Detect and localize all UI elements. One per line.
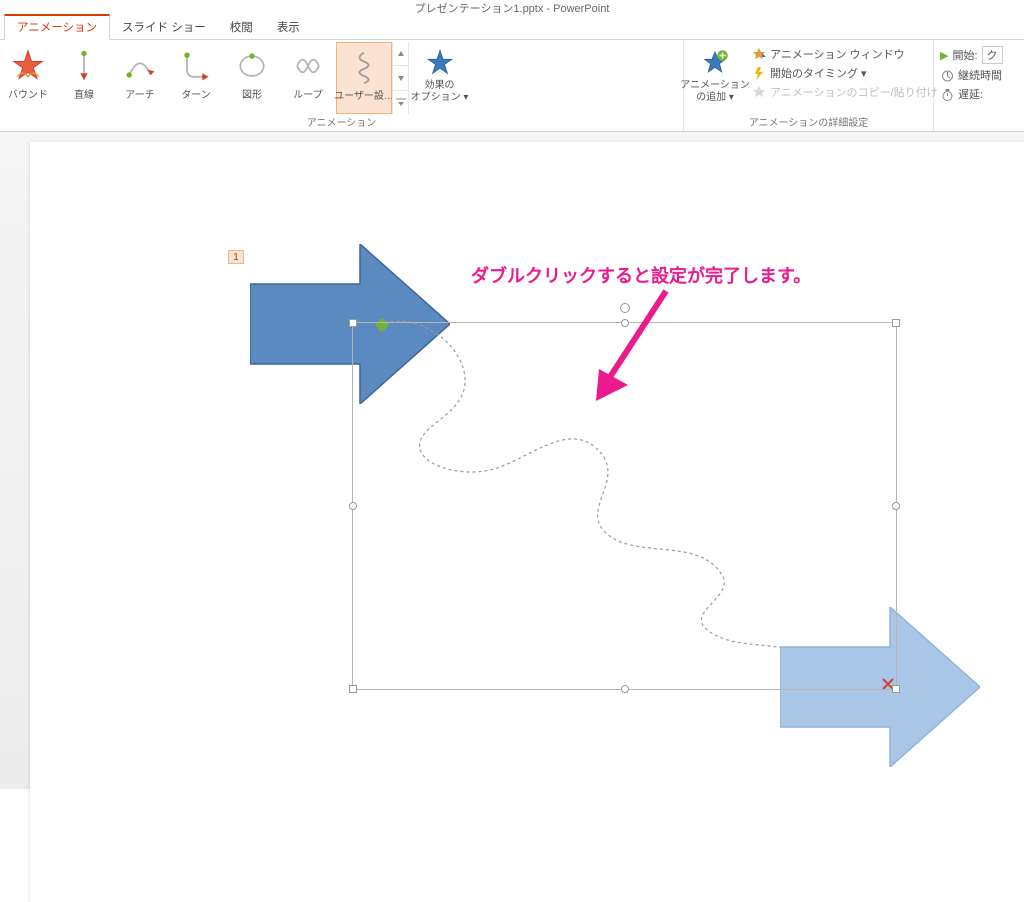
gallery-label-bound: バウンド <box>8 86 48 101</box>
animation-gallery: バウンド 直線 アーチ ターン <box>0 42 683 114</box>
trigger-label: 開始のタイミング ▾ <box>770 65 867 81</box>
resize-handle-nw[interactable] <box>349 319 357 327</box>
ribbon: バウンド 直線 アーチ ターン <box>0 40 1024 132</box>
timing-start-label: 開始: <box>952 47 977 63</box>
add-animation-label: アニメーション の追加 ▾ <box>680 80 750 104</box>
resize-handle-e[interactable] <box>892 502 900 510</box>
resize-handle-se[interactable] <box>892 685 900 693</box>
effect-options-icon <box>425 48 455 78</box>
timing-delay-label: 遅延: <box>958 86 983 102</box>
group-timing: ▶ 開始: ク 継続時間 遅延: <box>934 40 1024 131</box>
trigger-button[interactable]: 開始のタイミング ▾ <box>752 65 927 81</box>
loop-path-icon <box>290 48 326 84</box>
resize-handle-w[interactable] <box>349 502 357 510</box>
gallery-scroll-up[interactable] <box>393 42 408 66</box>
annotation-arrow <box>584 285 694 405</box>
gallery-label-shape: 図形 <box>242 86 262 101</box>
trigger-icon <box>752 66 766 80</box>
resize-handle-sw[interactable] <box>349 685 357 693</box>
add-animation-icon <box>700 48 730 78</box>
delay-icon <box>940 87 954 101</box>
gallery-item-loop[interactable]: ループ <box>280 42 336 114</box>
group-animation-gallery: バウンド 直線 アーチ ターン <box>0 40 684 131</box>
slide[interactable]: 1 <box>30 142 1024 902</box>
resize-handle-ne[interactable] <box>892 319 900 327</box>
arc-path-icon <box>122 48 158 84</box>
custom-path-icon <box>346 49 382 85</box>
gallery-label-turn: ターン <box>181 86 211 101</box>
animation-index-tag[interactable]: 1 <box>228 250 244 264</box>
play-icon: ▶ <box>940 49 948 62</box>
duration-icon <box>940 68 954 82</box>
tab-slideshow[interactable]: スライド ショー <box>110 16 218 39</box>
group-label-animation: アニメーション <box>0 114 683 129</box>
gallery-label-loop: ループ <box>293 86 322 101</box>
timing-duration-label: 継続時間 <box>958 67 1002 83</box>
gallery-item-arc[interactable]: アーチ <box>112 42 168 114</box>
timing-duration[interactable]: 継続時間 <box>940 67 1018 83</box>
animation-pane-label: アニメーション ウィンドウ <box>770 46 905 62</box>
star-bounce-icon <box>10 48 46 84</box>
animation-painter-button[interactable]: アニメーションのコピー/貼り付け <box>752 84 927 100</box>
tab-animation[interactable]: アニメーション <box>4 14 110 40</box>
group-advanced-animation: アニメーション の追加 ▾ アニメーション ウィンドウ 開始のタイミング ▾ ア… <box>684 40 934 131</box>
timing-start[interactable]: ▶ 開始: ク <box>940 46 1018 64</box>
gallery-scroll-down[interactable] <box>393 66 408 90</box>
shape-path-icon <box>234 48 270 84</box>
effect-options-button[interactable]: 効果の オプション ▾ <box>408 42 470 114</box>
gallery-item-custom-path[interactable]: ユーザー設… <box>336 42 392 114</box>
gallery-item-shape[interactable]: 図形 <box>224 42 280 114</box>
resize-handle-s[interactable] <box>621 685 629 693</box>
ribbon-tabstrip: アニメーション スライド ショー 校閲 表示 <box>0 18 1024 40</box>
slide-workspace[interactable]: 1 <box>0 132 1024 789</box>
gallery-item-line[interactable]: 直線 <box>56 42 112 114</box>
tab-view[interactable]: 表示 <box>265 16 312 39</box>
animation-pane-button[interactable]: アニメーション ウィンドウ <box>752 46 927 62</box>
timing-start-value[interactable]: ク <box>982 46 1003 64</box>
gallery-more[interactable] <box>393 91 408 114</box>
gallery-label-custom: ユーザー設… <box>334 87 394 102</box>
animation-pane-icon <box>752 47 766 61</box>
gallery-item-bound[interactable]: バウンド <box>0 42 56 114</box>
gallery-label-arc: アーチ <box>125 86 154 101</box>
gallery-item-turn[interactable]: ターン <box>168 42 224 114</box>
line-path-icon <box>66 48 102 84</box>
animation-painter-label: アニメーションのコピー/貼り付け <box>770 84 938 100</box>
group-label-advanced: アニメーションの詳細設定 <box>684 114 933 129</box>
tab-review[interactable]: 校閲 <box>218 16 265 39</box>
turn-path-icon <box>178 48 214 84</box>
timing-delay[interactable]: 遅延: <box>940 86 1018 102</box>
effect-options-label: 効果の オプション ▾ <box>411 80 469 104</box>
add-animation-button[interactable]: アニメーション の追加 ▾ <box>684 42 746 114</box>
gallery-label-line: 直線 <box>74 86 94 101</box>
animation-painter-icon <box>752 85 766 99</box>
